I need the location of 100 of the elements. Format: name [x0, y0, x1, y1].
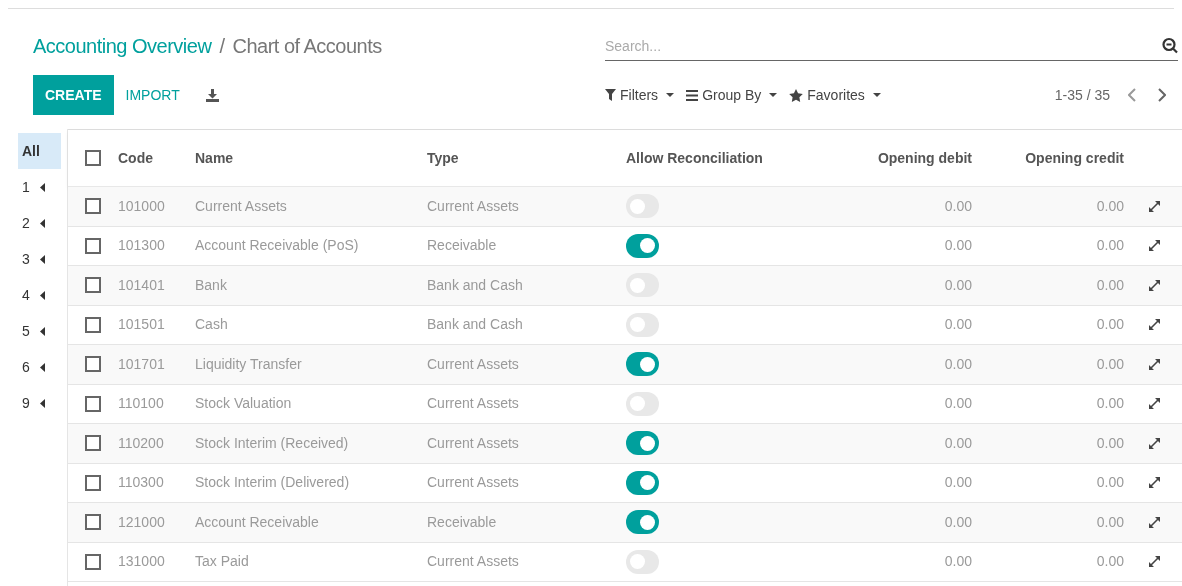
table-cell-text: 0.00: [1095, 552, 1125, 572]
expand-icon[interactable]: [1148, 515, 1161, 529]
category-item[interactable]: 6: [18, 349, 61, 385]
table-cell-text: Cash: [195, 315, 229, 335]
table-cell-text: 0.00: [1095, 315, 1125, 335]
toggle-switch[interactable]: [626, 510, 659, 535]
table-cell-text: 0.00: [1095, 236, 1125, 256]
table-cell-text: 0.00: [1095, 512, 1125, 532]
caret-left-icon[interactable]: [39, 218, 45, 228]
expand-icon[interactable]: [1148, 239, 1161, 253]
table-cell-text: 0.00: [943, 236, 973, 256]
table-cell-text: 0.00: [943, 394, 973, 414]
caret-left-icon[interactable]: [39, 182, 45, 192]
table-cell-text: 101501: [118, 315, 166, 335]
caret-down-icon: [872, 93, 881, 97]
category-item[interactable]: All: [18, 133, 61, 169]
table-cell-text: 0.00: [943, 473, 973, 493]
category-item[interactable]: 9: [18, 385, 61, 421]
category-item[interactable]: 3: [18, 241, 61, 277]
toggle-switch[interactable]: [626, 470, 659, 495]
table-cell-text: 0.00: [943, 315, 973, 335]
caret-left-icon[interactable]: [39, 290, 45, 300]
table-cell-text: 0.00: [1095, 354, 1125, 374]
breadcrumb-separator: /: [219, 34, 225, 59]
expand-icon[interactable]: [1148, 555, 1161, 569]
column-header[interactable]: Opening credit: [976, 147, 1128, 169]
checkbox[interactable]: [85, 150, 101, 166]
expand-icon[interactable]: [1148, 278, 1161, 292]
toggle-switch[interactable]: [626, 352, 659, 377]
checkbox[interactable]: [85, 237, 101, 254]
table-cell-text: 0.00: [943, 512, 973, 532]
table-cell-text: Receivable: [427, 512, 498, 532]
table-cell-text: Stock Interim (Delivered): [195, 473, 351, 493]
checkbox[interactable]: [85, 277, 101, 294]
category-item[interactable]: 2: [18, 205, 61, 241]
table-cell-text: Current Assets: [427, 433, 520, 453]
table-cell-text: Bank: [195, 275, 228, 295]
expand-icon[interactable]: [1148, 318, 1161, 332]
column-header[interactable]: Code: [118, 147, 195, 169]
column-header[interactable]: Opening debit: [806, 147, 976, 169]
table-cell-text: Current Assets: [427, 552, 520, 572]
table-cell-text: 0.00: [943, 354, 973, 374]
expand-icon[interactable]: [1148, 397, 1161, 411]
checkbox[interactable]: [85, 553, 101, 570]
table-cell-text: 0.00: [1095, 394, 1125, 414]
table-cell-text: Stock Interim (Received): [195, 433, 350, 453]
table-cell-text: 110100: [118, 394, 165, 414]
download-icon[interactable]: [205, 88, 219, 102]
checkbox[interactable]: [85, 356, 101, 373]
table-cell-text: Current Assets: [195, 196, 288, 216]
next-icon[interactable]: [1158, 88, 1166, 102]
search-option-dropdown[interactable]: Favorites: [789, 84, 881, 106]
toggle-switch[interactable]: [626, 233, 659, 258]
pager-text: 1-35 / 35: [1054, 85, 1110, 105]
expand-icon[interactable]: [1148, 436, 1161, 450]
search-option-dropdown[interactable]: Group By: [686, 84, 778, 106]
table-cell-text: Bank and Cash: [427, 275, 524, 295]
caret-left-icon[interactable]: [39, 326, 45, 336]
checkbox[interactable]: [85, 395, 101, 412]
caret-left-icon[interactable]: [39, 398, 45, 408]
checkbox[interactable]: [85, 514, 101, 531]
table-cell-text: Account Receivable (PoS): [195, 236, 360, 256]
expand-icon[interactable]: [1148, 357, 1161, 371]
table-cell-text: 0.00: [1095, 473, 1125, 493]
caret-left-icon[interactable]: [39, 362, 45, 372]
category-item[interactable]: 5: [18, 313, 61, 349]
column-header[interactable]: Allow Reconciliation: [626, 147, 806, 169]
table-cell-text: Bank and Cash: [427, 315, 524, 335]
checkbox[interactable]: [85, 198, 101, 215]
toggle-switch[interactable]: [626, 431, 659, 456]
column-header[interactable]: Name: [195, 147, 427, 169]
table-cell-text: 101701: [118, 354, 166, 374]
table-cell-text: Current Assets: [427, 394, 520, 414]
table-cell-text: 0.00: [1095, 196, 1125, 216]
table-cell-text: 131000: [118, 552, 166, 572]
column-header[interactable]: Type: [427, 147, 626, 169]
table-cell-text: Stock Valuation: [195, 394, 293, 414]
table-cell-text: 0.00: [943, 196, 973, 216]
table-cell-text: 101401: [118, 275, 166, 295]
checkbox[interactable]: [85, 435, 101, 452]
filter-icon: [605, 89, 616, 101]
expand-icon[interactable]: [1148, 199, 1161, 213]
table-cell-text: Current Assets: [427, 473, 520, 493]
table-cell-text: 101300: [118, 236, 166, 256]
previous-icon[interactable]: [1128, 88, 1136, 102]
table-cell-text: 110200: [118, 433, 165, 453]
caret-down-icon: [769, 93, 778, 97]
search-field[interactable]: Search...: [605, 31, 1158, 61]
table-cell-text: 0.00: [1095, 433, 1125, 453]
list-icon: [686, 89, 699, 101]
expand-icon[interactable]: [1148, 476, 1161, 490]
checkbox[interactable]: [85, 474, 101, 491]
table-cell-text: Liquidity Transfer: [195, 354, 303, 374]
category-item[interactable]: 1: [18, 169, 61, 205]
table-cell-text: 0.00: [943, 433, 973, 453]
checkbox[interactable]: [85, 316, 101, 333]
search-option-dropdown[interactable]: Filters: [605, 84, 675, 106]
table-cell-text: 101000: [118, 196, 166, 216]
category-item[interactable]: 4: [18, 277, 61, 313]
caret-left-icon[interactable]: [39, 254, 45, 264]
